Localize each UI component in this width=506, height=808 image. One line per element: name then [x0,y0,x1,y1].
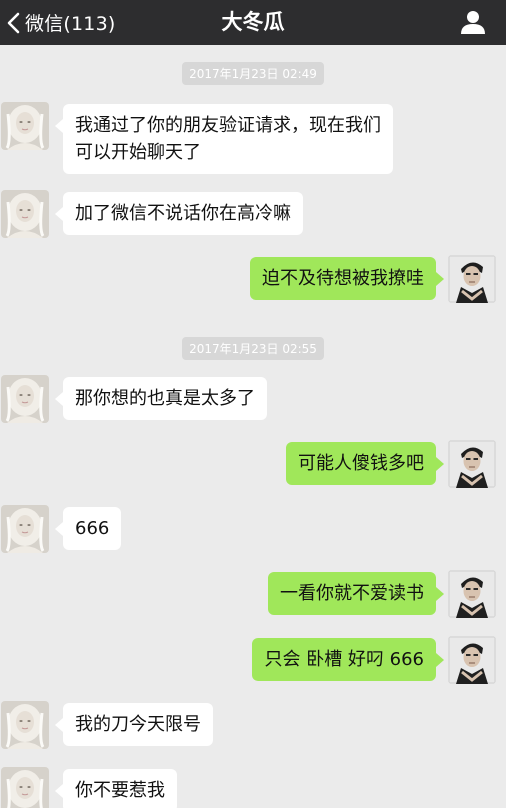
my-avatar[interactable] [448,570,496,618]
contact-avatar[interactable] [1,767,49,808]
my-avatar[interactable] [448,255,496,303]
chat-area[interactable]: 2017年1月23日 02:49 我通过了你的朋友验证请求，现在我们可以开始聊天… [0,45,506,808]
message-bubble-incoming[interactable]: 我的刀今天限号 [55,703,213,746]
back-label: 微信(113) [25,13,116,35]
message-bubble-incoming[interactable]: 我通过了你的朋友验证请求，现在我们可以开始聊天了 [55,104,393,174]
contact-avatar[interactable] [1,505,49,553]
timestamp: 2017年1月23日 02:49 [0,62,506,85]
message-bubble-incoming[interactable]: 加了微信不说话你在高冷嘛 [55,192,303,235]
my-avatar[interactable] [448,440,496,488]
person-icon[interactable] [460,9,486,35]
back-button[interactable]: 微信(113) [6,0,116,45]
message-bubble-outgoing[interactable]: 可能人傻钱多吧 [286,442,444,485]
contact-avatar[interactable] [1,701,49,749]
contact-avatar[interactable] [1,190,49,238]
message-bubble-outgoing[interactable]: 迫不及待想被我撩哇 [250,257,444,300]
my-avatar[interactable] [448,636,496,684]
contact-avatar[interactable] [1,102,49,150]
message-bubble-incoming[interactable]: 666 [54,507,122,550]
message-bubble-outgoing[interactable]: 只会 卧槽 好叼 666 [252,638,444,681]
timestamp: 2017年1月23日 02:55 [0,337,506,360]
nav-bar: 微信(113) 大冬瓜 [0,0,506,45]
message-bubble-incoming[interactable]: 那你想的也真是太多了 [55,377,267,420]
contact-avatar[interactable] [1,375,49,423]
message-bubble-incoming[interactable]: 你不要惹我 [55,769,177,808]
chevron-left-icon [7,12,20,33]
message-bubble-outgoing[interactable]: 一看你就不爱读书 [268,572,444,615]
